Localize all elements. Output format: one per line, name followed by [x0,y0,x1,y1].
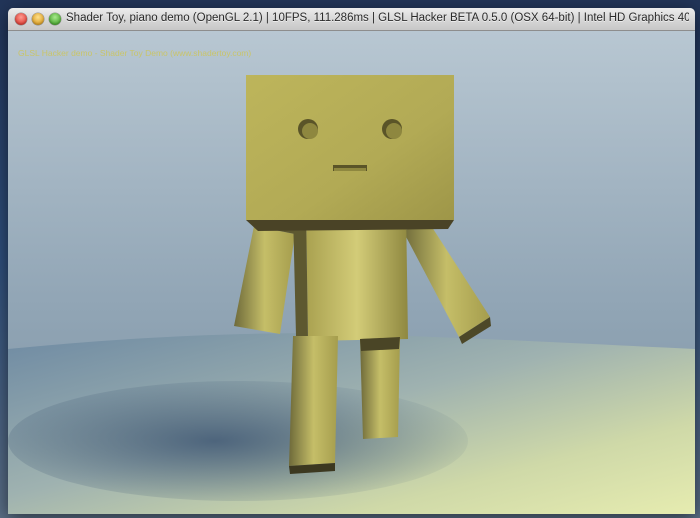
robot-head [246,75,454,220]
title-bar[interactable]: Shader Toy, piano demo (OpenGL 2.1) | 10… [8,8,695,31]
window-title: Shader Toy, piano demo (OpenGL 2.1) | 10… [66,12,689,24]
app-window: Shader Toy, piano demo (OpenGL 2.1) | 10… [8,8,695,514]
robot-right-leg [360,337,400,439]
minimize-button[interactable] [32,13,44,25]
render-viewport[interactable]: GLSL Hacker demo - Shader Toy Demo (www.… [8,31,695,514]
rendered-scene [8,31,695,514]
robot-shadow [8,381,468,501]
close-button[interactable] [15,13,27,25]
desktop-background: Shader Toy, piano demo (OpenGL 2.1) | 10… [0,0,700,518]
robot-left-leg [289,336,338,466]
zoom-button[interactable] [49,13,61,25]
demo-caption: GLSL Hacker demo - Shader Toy Demo (www.… [18,48,252,58]
